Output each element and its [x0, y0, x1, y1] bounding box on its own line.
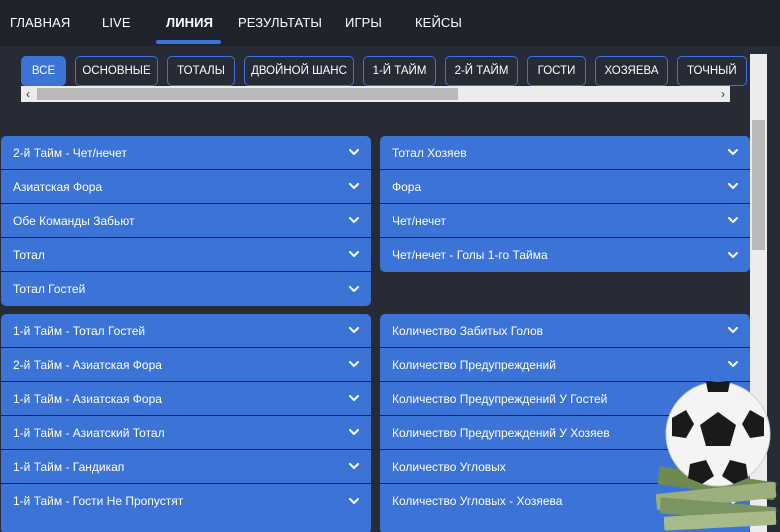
- market-label: 2-й Тайм - Азиатская Фора: [13, 357, 162, 372]
- market-row[interactable]: Количество Забитых Голов: [380, 314, 750, 348]
- nav-item-results[interactable]: РЕЗУЛЬТАТЫ: [238, 15, 322, 30]
- market-row[interactable]: Количество Предупреждений: [380, 348, 750, 382]
- chevron-down-icon[interactable]: [349, 394, 359, 404]
- chevron-down-icon[interactable]: [349, 182, 359, 192]
- filter-home[interactable]: ХОЗЯЕВА: [595, 56, 668, 86]
- market-row[interactable]: 2-й Тайм - Чет/нечет: [1, 136, 371, 170]
- market-label: Фора: [392, 179, 422, 194]
- market-label: Азиатская Фора: [13, 179, 103, 194]
- filter-double-chance[interactable]: ДВОЙНОЙ ШАНС: [244, 56, 354, 86]
- market-row[interactable]: Тотал Гостей: [1, 272, 371, 306]
- market-label: Тотал Хозяев: [392, 145, 467, 160]
- market-label: Обе Команды Забьют: [13, 213, 135, 228]
- filter-second-half[interactable]: 2-Й ТАЙМ: [445, 56, 518, 86]
- market-row[interactable]: Фора: [380, 170, 750, 204]
- chevron-down-icon[interactable]: [349, 428, 359, 438]
- filter-horizontal-scrollbar[interactable]: ‹ ›: [21, 86, 730, 102]
- market-row[interactable]: 1-й Тайм - Гандикап: [1, 450, 371, 484]
- filter-totals[interactable]: ТОТАЛЫ: [167, 56, 235, 86]
- market-row[interactable]: 2-й Тайм - Азиатская Фора: [1, 348, 371, 382]
- chevron-down-icon[interactable]: [728, 216, 738, 226]
- vertical-scroll-thumb[interactable]: [752, 120, 765, 250]
- chevron-down-icon[interactable]: [728, 148, 738, 158]
- nav-item-live[interactable]: LIVE: [102, 15, 131, 30]
- market-label: Чет/нечет: [392, 213, 447, 228]
- market-label: Количество Угловых: [392, 459, 506, 474]
- market-label: Тотал Гостей: [13, 282, 86, 296]
- market-row[interactable]: Азиатская Фора: [1, 170, 371, 204]
- chevron-down-icon[interactable]: [349, 216, 359, 226]
- filter-away[interactable]: ГОСТИ: [527, 56, 586, 86]
- chevron-down-icon[interactable]: [349, 250, 359, 260]
- filter-main[interactable]: ОСНОВНЫЕ: [75, 56, 158, 86]
- scroll-left-icon[interactable]: ‹: [21, 86, 35, 102]
- horizontal-scroll-thumb[interactable]: [37, 88, 458, 100]
- market-row[interactable]: Тотал Хозяев: [380, 136, 750, 170]
- chevron-down-icon[interactable]: [349, 462, 359, 472]
- filter-exact[interactable]: ТОЧНЫЙ: [677, 56, 747, 86]
- market-group-right-1: Тотал Хозяев Фора Чет/нечет Чет/нечет - Гол…: [380, 136, 750, 272]
- top-navigation: ГЛАВНАЯ LIVE ЛИНИЯ РЕЗУЛЬТАТЫ ИГРЫ КЕЙСЫ: [0, 0, 780, 46]
- market-label: 1-й Тайм - Гости Не Пропустят: [13, 494, 184, 508]
- market-label: 2-й Тайм - Чет/нечет: [13, 145, 127, 160]
- market-label: Количество Предупреждений У Хозяев: [392, 425, 610, 440]
- chevron-down-icon[interactable]: [728, 326, 738, 336]
- chevron-down-icon[interactable]: [349, 326, 359, 336]
- market-label: Количество Предупреждений У Гостей: [392, 391, 608, 406]
- market-row[interactable]: 1-й Тайм - Гости Не Пропустят: [1, 484, 371, 518]
- market-label: Чет/нечет - Голы 1-го Тайма: [392, 248, 548, 262]
- chevron-down-icon[interactable]: [349, 284, 359, 294]
- market-row[interactable]: 1-й Тайм - Азиатская Фора: [1, 382, 371, 416]
- nav-item-cases[interactable]: КЕЙСЫ: [415, 15, 462, 30]
- market-label: 1-й Тайм - Азиатская Фора: [13, 391, 162, 406]
- market-row[interactable]: Обе Команды Забьют: [1, 204, 371, 238]
- market-group-left-1: 2-й Тайм - Чет/нечет Азиатская Фора Обе Ко…: [1, 136, 371, 306]
- market-label: 1-й Тайм - Тотал Гостей: [13, 323, 146, 338]
- filter-all[interactable]: ВСЕ: [21, 56, 66, 86]
- market-label: 1-й Тайм - Азиатский Тотал: [13, 425, 165, 440]
- nav-active-indicator: [156, 40, 221, 44]
- market-label: Количество Угловых - Хозяева: [392, 494, 563, 508]
- soccer-ball-money-icon: [655, 381, 777, 531]
- market-label: Количество Забитых Голов: [392, 323, 544, 338]
- chevron-down-icon[interactable]: [728, 250, 738, 260]
- market-label: 1-й Тайм - Гандикап: [13, 459, 125, 474]
- chevron-down-icon[interactable]: [349, 496, 359, 506]
- market-filter-bar: ВСЕ ОСНОВНЫЕ ТОТАЛЫ ДВОЙНОЙ ШАНС 1-Й ТАЙ…: [0, 46, 750, 124]
- filter-first-half[interactable]: 1-Й ТАЙМ: [363, 56, 436, 86]
- scroll-right-icon[interactable]: ›: [716, 86, 730, 102]
- chevron-down-icon[interactable]: [349, 360, 359, 370]
- nav-item-line[interactable]: ЛИНИЯ: [166, 15, 213, 30]
- market-group-left-2: 1-й Тайм - Тотал Гостей 2-й Тайм - Азиатс…: [1, 314, 371, 532]
- market-row[interactable]: 1-й Тайм - Азиатский Тотал: [1, 416, 371, 450]
- chevron-down-icon[interactable]: [349, 148, 359, 158]
- nav-item-home[interactable]: ГЛАВНАЯ: [10, 15, 70, 30]
- market-row[interactable]: 1-й Тайм - Тотал Гостей: [1, 314, 371, 348]
- market-row[interactable]: Чет/нечет: [380, 204, 750, 238]
- market-label: Тотал: [13, 247, 45, 262]
- market-row[interactable]: Чет/нечет - Голы 1-го Тайма: [380, 238, 750, 272]
- chevron-down-icon[interactable]: [728, 182, 738, 192]
- nav-item-games[interactable]: ИГРЫ: [345, 15, 382, 30]
- market-label: Количество Предупреждений: [392, 357, 556, 372]
- market-row[interactable]: Тотал: [1, 238, 371, 272]
- chevron-down-icon[interactable]: [728, 360, 738, 370]
